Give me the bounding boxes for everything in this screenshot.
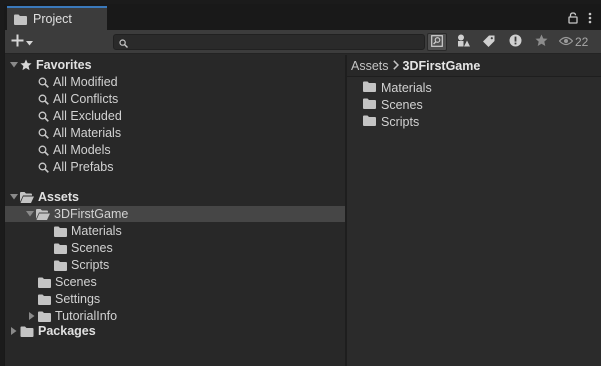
hidden-count-label: 22	[575, 35, 589, 49]
tab-tools	[568, 9, 592, 27]
tree-item-favorites[interactable]: Favorites	[5, 57, 345, 73]
tree-item-label: Settings	[55, 292, 101, 306]
tag-icon	[483, 35, 495, 50]
content-item-label: Scripts	[381, 115, 420, 129]
search-in-folder-button[interactable]	[427, 33, 447, 51]
tree-item-label: Assets	[38, 190, 79, 204]
folder-tree: Favorites All Modified All Conflicts All…	[5, 55, 345, 366]
favorite-search-button[interactable]	[531, 33, 551, 51]
chevron-right-icon[interactable]	[8, 327, 20, 335]
tree-item-all-materials[interactable]: All Materials	[5, 125, 345, 141]
tree-item-label: Scenes	[71, 241, 113, 255]
search-icon	[38, 111, 49, 122]
content-item-label: Materials	[381, 81, 432, 95]
star-icon	[20, 59, 32, 71]
folder-icon	[38, 294, 51, 305]
tree-item-label: All Excluded	[53, 109, 122, 123]
tree-item-all-modified[interactable]: All Modified	[5, 74, 345, 90]
search-input[interactable]	[132, 35, 422, 49]
add-asset-button[interactable]	[11, 33, 41, 51]
tree-item-all-models[interactable]: All Models	[5, 142, 345, 158]
tree-item-all-conflicts[interactable]: All Conflicts	[5, 91, 345, 107]
more-options-icon[interactable]	[588, 12, 592, 24]
eye-icon	[558, 35, 574, 49]
lock-icon[interactable]	[568, 12, 578, 24]
toolbar-right-group: 22	[427, 33, 588, 51]
search-icon	[38, 145, 49, 156]
folder-icon	[54, 260, 67, 271]
folder-contents: Assets 3DFirstGame Materials Scenes Scri…	[347, 55, 601, 366]
search-by-label-button[interactable]	[479, 33, 499, 51]
tree-item-tutorialinfo[interactable]: TutorialInfo	[5, 308, 345, 324]
search-by-type-button[interactable]	[453, 33, 473, 51]
folder-icon	[14, 14, 27, 25]
folder-icon	[20, 326, 34, 337]
folder-icon	[54, 226, 67, 237]
folder-icon	[363, 98, 376, 112]
chevron-right-icon	[392, 59, 399, 73]
tree-item-materials[interactable]: Materials	[5, 223, 345, 239]
tree-item-scenes-sub[interactable]: Scenes	[5, 240, 345, 256]
tree-item-all-prefabs[interactable]: All Prefabs	[5, 159, 345, 175]
content-item-scenes[interactable]: Scenes	[363, 97, 423, 113]
search-icon	[38, 162, 49, 173]
tree-item-settings[interactable]: Settings	[5, 291, 345, 307]
tab-project[interactable]: Project	[7, 6, 107, 30]
search-icon	[119, 37, 128, 51]
project-window: Project 22 Favorites All Modified All Co…	[4, 4, 601, 366]
folder-icon	[363, 115, 376, 129]
tab-label: Project	[33, 12, 72, 26]
tree-item-scripts[interactable]: Scripts	[5, 257, 345, 273]
alert-icon	[509, 34, 522, 50]
folder-icon	[38, 277, 51, 288]
folder-icon	[54, 243, 67, 254]
search-icon	[38, 94, 49, 105]
tree-item-label: Favorites	[36, 58, 92, 72]
tree-item-label: 3DFirstGame	[54, 207, 129, 221]
tree-item-label: Materials	[71, 224, 122, 238]
chevron-down-icon[interactable]	[24, 211, 36, 217]
folder-open-icon	[20, 191, 34, 203]
search-field[interactable]	[113, 34, 425, 50]
tree-item-3dfirstgame[interactable]: 3DFirstGame	[5, 206, 345, 222]
chevron-down-icon[interactable]	[8, 194, 20, 200]
project-toolbar: 22	[5, 30, 601, 54]
tree-item-label: Scripts	[71, 258, 110, 272]
tab-bar: Project	[5, 4, 601, 30]
folder-icon	[38, 311, 51, 322]
tree-item-label: All Modified	[53, 75, 118, 89]
tree-item-label: All Conflicts	[53, 92, 119, 106]
folder-icon	[363, 81, 376, 95]
tree-item-label: Packages	[38, 324, 96, 338]
zoom-frame-icon	[431, 34, 443, 50]
tree-item-all-excluded[interactable]: All Excluded	[5, 108, 345, 124]
chevron-right-icon[interactable]	[26, 312, 38, 320]
dropdown-arrow-icon	[26, 35, 33, 49]
chevron-down-icon[interactable]	[8, 62, 20, 68]
tree-item-label: All Materials	[53, 126, 122, 140]
search-icon	[38, 77, 49, 88]
folder-open-icon	[36, 208, 50, 220]
search-by-log-type-button[interactable]	[505, 33, 525, 51]
plus-icon	[11, 34, 24, 50]
content-item-materials[interactable]: Materials	[363, 80, 432, 96]
content-item-label: Scenes	[381, 98, 423, 112]
hidden-packages-toggle[interactable]: 22	[558, 35, 589, 49]
shapes-icon	[457, 34, 470, 50]
breadcrumb: Assets 3DFirstGame	[347, 55, 601, 77]
tree-item-label: All Models	[53, 143, 111, 157]
tree-item-label: All Prefabs	[53, 160, 114, 174]
tree-item-label: TutorialInfo	[55, 309, 118, 323]
star-icon	[535, 34, 548, 50]
tree-item-label: Scenes	[55, 275, 97, 289]
tree-item-packages[interactable]: Packages	[5, 323, 345, 339]
breadcrumb-3dfirstgame[interactable]: 3DFirstGame	[403, 59, 481, 73]
search-icon	[38, 128, 49, 139]
breadcrumb-assets[interactable]: Assets	[351, 59, 389, 73]
tree-item-assets[interactable]: Assets	[5, 189, 345, 205]
content-item-scripts[interactable]: Scripts	[363, 114, 419, 130]
tree-item-scenes[interactable]: Scenes	[5, 274, 345, 290]
